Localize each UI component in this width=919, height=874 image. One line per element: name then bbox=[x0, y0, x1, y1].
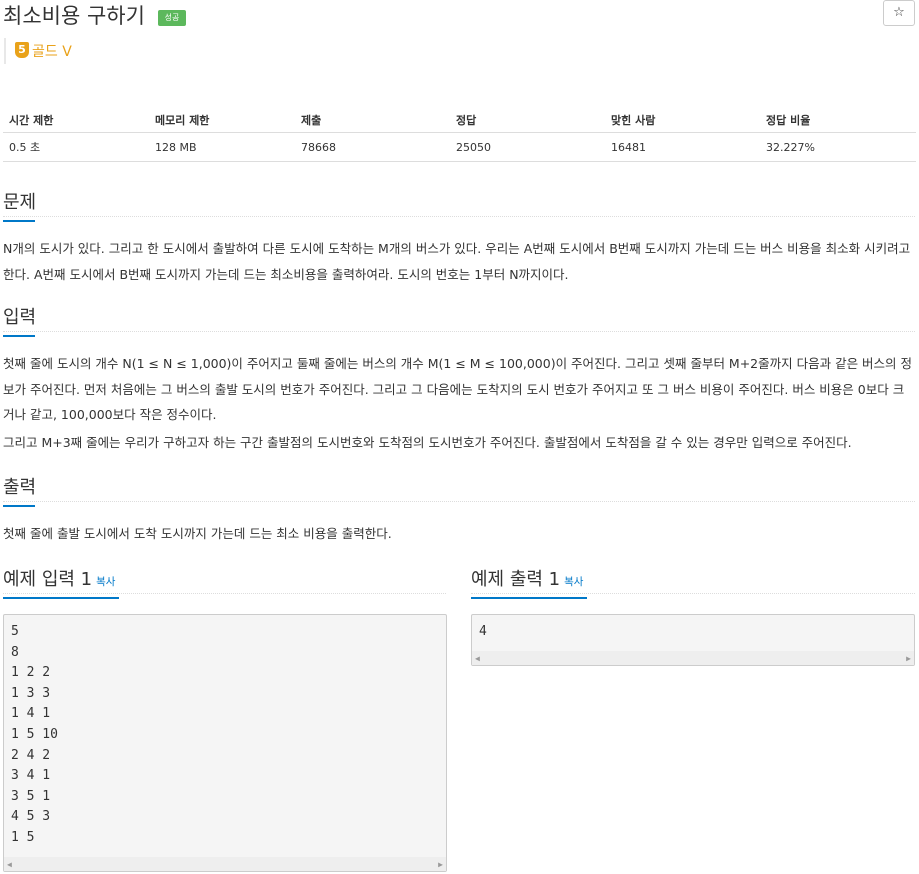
table-header: 메모리 제한 bbox=[149, 107, 295, 133]
section-divider bbox=[3, 216, 915, 217]
output-text: 첫째 줄에 출발 도시에서 도착 도시까지 가는데 드는 최소 비용을 출력한다… bbox=[3, 526, 392, 541]
sample-input-lines: 5 8 1 2 2 1 3 3 1 4 1 1 5 10 2 4 2 3 4 1 3 5 1 4 … bbox=[4, 615, 446, 849]
table-row: 0.5 초 128 MB 78668 25050 16481 32.227% bbox=[3, 132, 916, 162]
table-header: 제출 bbox=[295, 107, 450, 133]
page-title: 최소비용 구하기 bbox=[3, 4, 145, 28]
section-divider bbox=[471, 593, 915, 594]
scroll-left-icon[interactable]: ◀ bbox=[475, 654, 480, 663]
tier-divider bbox=[4, 38, 6, 64]
table-header: 정답 비율 bbox=[760, 107, 916, 133]
code-line: 5 bbox=[11, 624, 19, 639]
input-text-2: 그리고 M+3째 줄에는 우리가 구하고자 하는 구간 출발점의 도시번호와 도… bbox=[3, 435, 852, 450]
star-button[interactable]: ☆ bbox=[883, 0, 915, 26]
star-icon: ☆ bbox=[893, 5, 905, 20]
scroll-right-icon[interactable]: ▶ bbox=[438, 860, 443, 869]
section-divider bbox=[3, 501, 915, 502]
table-cell: 32.227% bbox=[760, 132, 916, 162]
table-header-row: 시간 제한 메모리 제한 제출 정답 맞힌 사람 정답 비율 bbox=[3, 107, 916, 133]
code-line: 3 5 1 bbox=[11, 788, 51, 804]
tier-icon: 5 bbox=[15, 42, 29, 58]
tier-label[interactable]: 골드 V bbox=[32, 41, 72, 61]
sample-output-box[interactable]: 4 ◀ ▶ bbox=[471, 614, 915, 666]
sample-output-lines: 4 bbox=[472, 615, 914, 643]
table-header: 정답 bbox=[450, 107, 605, 133]
table-header: 시간 제한 bbox=[3, 107, 149, 133]
table-cell: 16481 bbox=[605, 132, 760, 162]
scroll-left-icon[interactable]: ◀ bbox=[7, 860, 12, 869]
status-badge: 성공 bbox=[158, 10, 186, 26]
input-text-1: 첫째 줄에 도시의 개수 N(1 ≤ N ≤ 1,000)이 주어지고 둘째 줄… bbox=[3, 356, 913, 422]
code-line: 2 4 2 bbox=[11, 747, 51, 763]
code-line: 1 5 10 bbox=[11, 726, 58, 742]
code-line: 8 bbox=[11, 644, 19, 660]
sample-input-box[interactable]: 5 8 1 2 2 1 3 3 1 4 1 1 5 10 2 4 2 3 4 1 3 5 1 4 … bbox=[3, 614, 447, 872]
code-line: 4 bbox=[479, 624, 487, 639]
code-line: 1 2 2 bbox=[11, 665, 51, 681]
section-divider bbox=[3, 593, 446, 594]
table-cell: 78668 bbox=[295, 132, 450, 162]
description-text: N개의 도시가 있다. 그리고 한 도시에서 출발하여 다른 도시에 도착하는 … bbox=[3, 241, 911, 282]
code-line: 1 3 3 bbox=[11, 685, 51, 701]
copy-input-button[interactable]: 복사 bbox=[96, 576, 115, 588]
section-heading: 예제 출력 1 bbox=[471, 569, 561, 590]
copy-output-button[interactable]: 복사 bbox=[564, 576, 583, 588]
code-line: 1 5 bbox=[11, 829, 35, 845]
problem-info-table: 시간 제한 메모리 제한 제출 정답 맞힌 사람 정답 비율 0.5 초 128… bbox=[3, 107, 916, 162]
scroll-right-icon[interactable]: ▶ bbox=[906, 654, 911, 663]
code-line: 1 4 1 bbox=[11, 706, 51, 722]
code-line: 4 5 3 bbox=[11, 809, 51, 825]
table-cell: 0.5 초 bbox=[3, 132, 149, 162]
horizontal-scrollbar[interactable]: ◀ ▶ bbox=[472, 651, 914, 665]
table-header: 맞힌 사람 bbox=[605, 107, 760, 133]
section-heading: 예제 입력 1 bbox=[3, 569, 93, 590]
horizontal-scrollbar[interactable]: ◀ ▶ bbox=[4, 857, 446, 871]
table-cell: 25050 bbox=[450, 132, 605, 162]
section-divider bbox=[3, 331, 915, 332]
table-cell: 128 MB bbox=[149, 132, 295, 162]
code-line: 3 4 1 bbox=[11, 768, 51, 784]
